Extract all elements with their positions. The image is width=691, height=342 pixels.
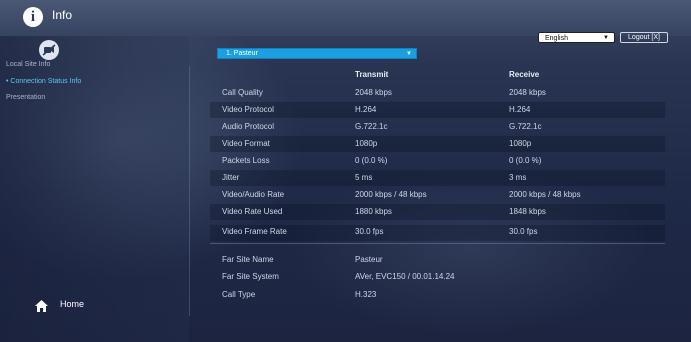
transmit-value: 5 ms (355, 173, 373, 182)
row-label: Video Frame Rate (222, 227, 287, 236)
row-label: Video Format (222, 139, 270, 148)
far-site-value: H.323 (355, 290, 377, 299)
sidebar-item-local-site-info[interactable]: Local Site Info (6, 61, 50, 68)
receive-value: H.264 (509, 105, 531, 114)
column-header-transmit: Transmit (355, 70, 389, 79)
site-select[interactable]: 1. Pasteur ▼ (217, 48, 417, 59)
transmit-value: 30.0 fps (355, 227, 384, 236)
receive-value: G.722.1c (509, 122, 542, 131)
transmit-value: 2048 kbps (355, 88, 392, 97)
far-site-row: Far Site System AVer, EVC150 / 00.01.14.… (0, 272, 691, 284)
row-label: Video Rate Used (222, 207, 283, 216)
logout-button[interactable]: Logout [X] (620, 32, 668, 43)
receive-value: 3 ms (509, 173, 527, 182)
far-site-row: Call Type H.323 (0, 290, 691, 302)
column-header-receive: Receive (509, 70, 540, 79)
far-site-label: Far Site Name (222, 255, 274, 264)
top-bar (0, 0, 691, 36)
receive-value: 2000 kbps / 48 kbps (509, 190, 581, 199)
table-row: Video Frame Rate 30.0 fps 30.0 fps (0, 227, 691, 239)
receive-value: 1848 kbps (509, 207, 546, 216)
transmit-value: G.722.1c (355, 122, 388, 131)
row-label: Video Protocol (222, 105, 274, 114)
language-select[interactable]: English ▼ (538, 32, 615, 43)
section-divider (210, 243, 665, 244)
table-row: Audio Protocol G.722.1c G.722.1c (0, 122, 691, 134)
row-label: Audio Protocol (222, 122, 275, 131)
camera-off-icon (39, 40, 59, 60)
far-site-label: Call Type (222, 290, 256, 299)
table-row: Jitter 5 ms 3 ms (0, 173, 691, 185)
far-site-value: AVer, EVC150 / 00.01.14.24 (355, 272, 455, 281)
transmit-value: 2000 kbps / 48 kbps (355, 190, 427, 199)
receive-value: 0 (0.0 %) (509, 156, 542, 165)
table-row: Call Quality 2048 kbps 2048 kbps (0, 88, 691, 100)
table-row: Video/Audio Rate 2000 kbps / 48 kbps 200… (0, 190, 691, 202)
receive-value: 1080p (509, 139, 532, 148)
table-row: Video Format 1080p 1080p (0, 139, 691, 151)
chevron-down-icon: ▼ (603, 35, 609, 41)
table-row: Video Protocol H.264 H.264 (0, 105, 691, 117)
transmit-value: H.264 (355, 105, 377, 114)
receive-value: 30.0 fps (509, 227, 538, 236)
table-row: Packets Loss 0 (0.0 %) 0 (0.0 %) (0, 156, 691, 168)
site-select-value: 1. Pasteur (226, 50, 258, 57)
chevron-down-icon: ▼ (406, 51, 412, 57)
row-label: Video/Audio Rate (222, 190, 285, 199)
transmit-value: 1880 kbps (355, 207, 392, 216)
transmit-value: 0 (0.0 %) (355, 156, 388, 165)
row-label: Call Quality (222, 88, 263, 97)
row-label: Jitter (222, 173, 240, 182)
sidebar-item-connection-status-info[interactable]: • Connection Status Info (6, 78, 81, 85)
info-icon: i (23, 7, 43, 27)
page-title: Info (52, 8, 73, 22)
table-row: Video Rate Used 1880 kbps 1848 kbps (0, 207, 691, 219)
row-label: Packets Loss (222, 156, 270, 165)
transmit-value: 1080p (355, 139, 378, 148)
receive-value: 2048 kbps (509, 88, 546, 97)
far-site-value: Pasteur (355, 255, 383, 264)
far-site-row: Far Site Name Pasteur (0, 255, 691, 267)
far-site-label: Far Site System (222, 272, 279, 281)
language-value: English (545, 35, 568, 42)
